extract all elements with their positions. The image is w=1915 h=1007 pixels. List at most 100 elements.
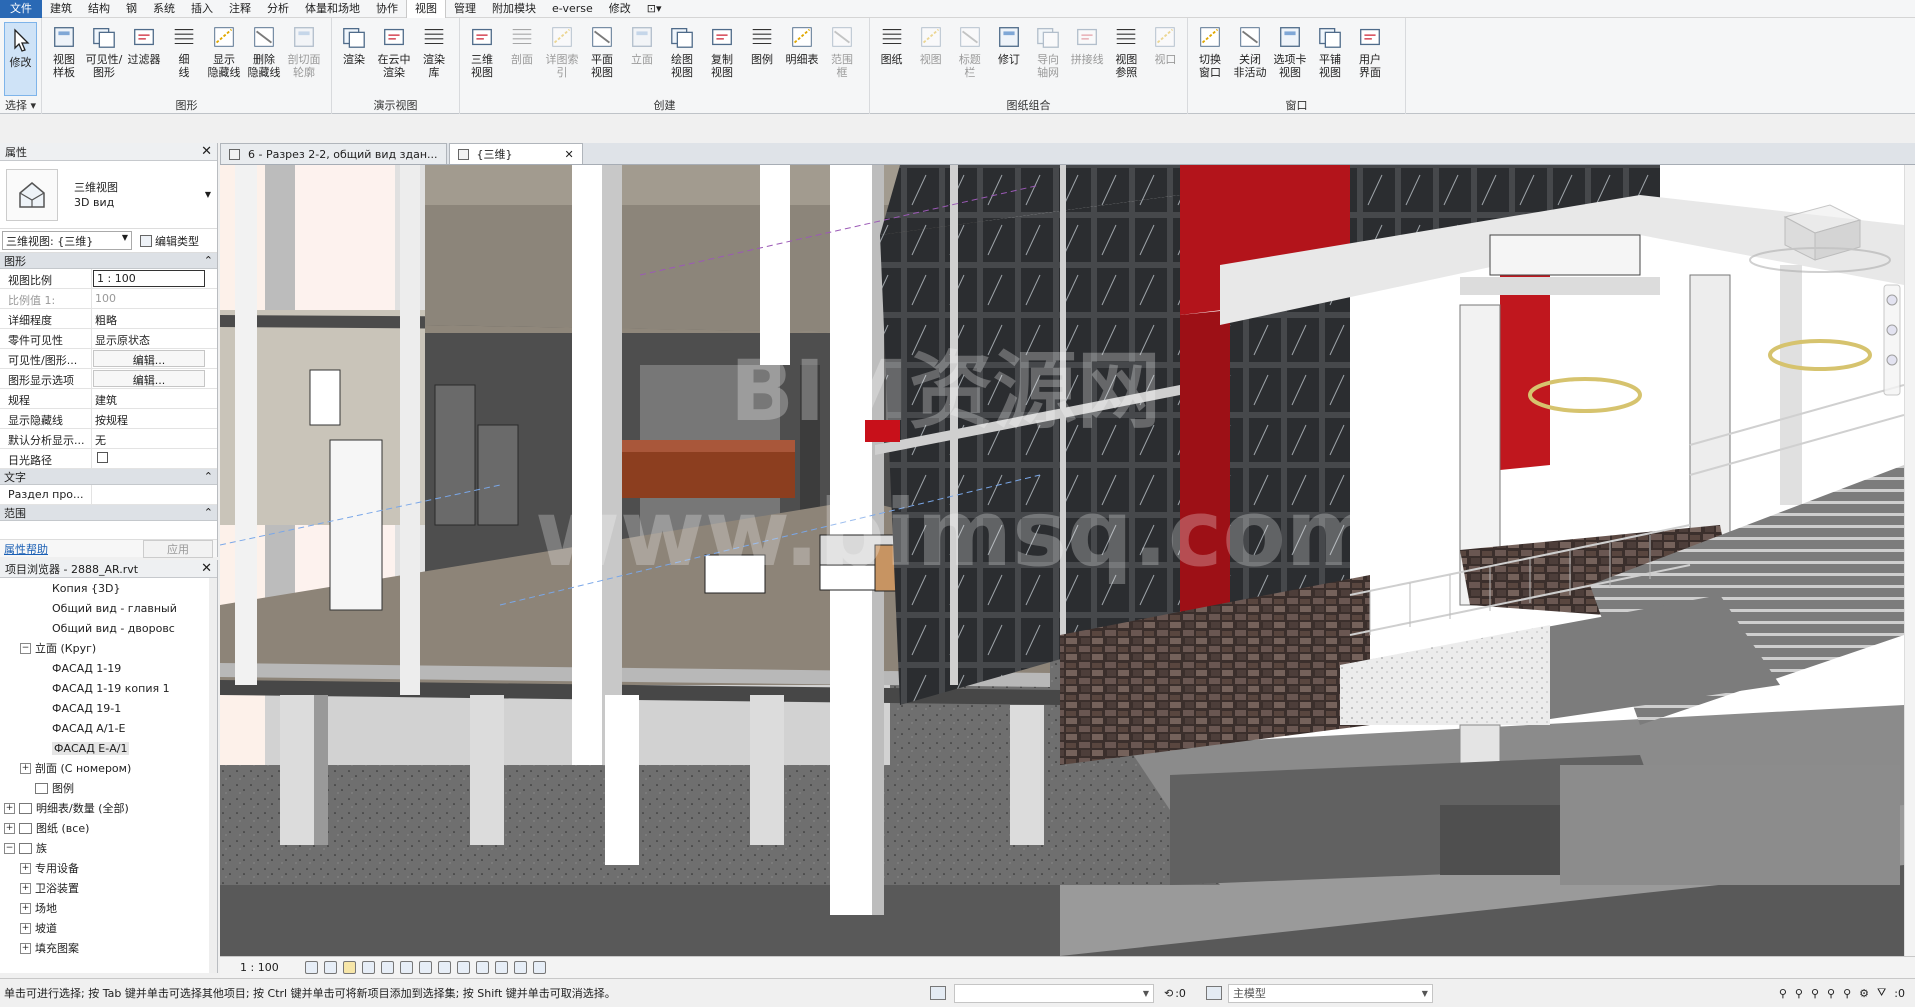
temporary-hide-icon[interactable] xyxy=(456,961,470,974)
create-tool[interactable]: 平面 视图 xyxy=(582,20,622,98)
tab-file[interactable]: 文件 xyxy=(0,0,42,18)
windows-tool[interactable]: 平铺 视图 xyxy=(1310,20,1350,98)
select-underlay-icon[interactable]: ⚲ xyxy=(1795,987,1803,1000)
visual-style-icon[interactable] xyxy=(323,961,337,974)
select-pinned-icon[interactable]: ⚲ xyxy=(1811,987,1819,1000)
property-value[interactable]: 无 xyxy=(92,429,217,448)
browser-item[interactable]: Общий вид - дворовс xyxy=(0,618,217,638)
ribbon-tab[interactable]: 视图 xyxy=(406,0,446,18)
expand-icon[interactable]: + xyxy=(4,802,15,814)
property-row[interactable]: Раздел про... xyxy=(0,485,217,505)
edit-type-button[interactable]: 编辑类型 xyxy=(140,233,199,249)
windows-tool[interactable]: 用户 界面 xyxy=(1350,20,1390,98)
create-tool[interactable]: 立面 xyxy=(622,20,662,98)
background-process-icon[interactable]: ⚙ xyxy=(1859,987,1869,1000)
reveal-hidden-icon[interactable] xyxy=(475,961,489,974)
collapse-icon[interactable]: − xyxy=(4,842,15,854)
ribbon-tab[interactable]: 建筑 xyxy=(42,0,80,18)
collapse-icon[interactable]: − xyxy=(20,642,31,654)
browser-item[interactable]: + 剖面 (С номером) xyxy=(0,758,217,778)
property-value[interactable]: 按规程 xyxy=(92,409,217,428)
graphics-tool[interactable]: 视图 样板 xyxy=(44,20,84,98)
close-icon[interactable]: ✕ xyxy=(201,561,212,576)
browser-item[interactable]: ФАСАД 1-19 копия 1 xyxy=(0,678,217,698)
sheet-tool[interactable]: 视口 xyxy=(1146,20,1185,98)
expand-icon[interactable]: + xyxy=(20,862,31,874)
modify-button[interactable]: 修改 xyxy=(4,22,37,96)
ribbon-tab[interactable]: 协作 xyxy=(368,0,406,18)
windows-tool[interactable]: 选项卡 视图 xyxy=(1270,20,1310,98)
sun-path-checkbox[interactable] xyxy=(97,452,108,463)
property-value[interactable]: 1 : 100 xyxy=(93,270,205,287)
presentation-tool[interactable]: 渲染 库 xyxy=(414,20,454,98)
ribbon-tab[interactable]: 系统 xyxy=(145,0,183,18)
category-text[interactable]: 文字 ⌃ xyxy=(0,469,217,485)
sun-path-icon[interactable] xyxy=(342,961,356,974)
expand-icon[interactable]: + xyxy=(20,922,31,934)
property-value[interactable] xyxy=(92,485,217,504)
shadows-icon[interactable] xyxy=(361,961,375,974)
browser-item[interactable]: ФАСАД Е-А/1 xyxy=(0,738,217,758)
property-row[interactable]: 日光路径 xyxy=(0,449,217,469)
create-tool[interactable]: 明细表 xyxy=(782,20,822,98)
apply-button[interactable]: 应用 xyxy=(143,539,213,558)
sheet-tool[interactable]: 图纸 xyxy=(872,20,911,98)
property-row[interactable]: 默认分析显示... 无 xyxy=(0,429,217,449)
property-row[interactable]: 规程 建筑 xyxy=(0,389,217,409)
lock-view-icon[interactable] xyxy=(437,961,451,974)
properties-help-link[interactable]: 属性帮助 xyxy=(4,541,48,557)
detail-level-icon[interactable] xyxy=(304,961,318,974)
type-selector[interactable]: 三维视图 3D вид ▼ xyxy=(0,161,217,229)
highlight-displacement-icon[interactable] xyxy=(532,961,546,974)
drag-elements-icon[interactable]: ⚲ xyxy=(1843,987,1851,1000)
create-tool[interactable]: 图例 xyxy=(742,20,782,98)
expand-icon[interactable]: + xyxy=(20,902,31,914)
create-tool[interactable]: 范围 框 xyxy=(822,20,862,98)
windows-tool[interactable]: 关闭 非活动 xyxy=(1230,20,1270,98)
category-graphics[interactable]: 图形 ⌃ xyxy=(0,253,217,269)
ribbon-tab[interactable]: 插入 xyxy=(183,0,221,18)
property-row[interactable]: 比例值 1: 100 xyxy=(0,289,217,309)
browser-item[interactable]: 图例 xyxy=(0,778,217,798)
expand-icon[interactable]: + xyxy=(20,762,31,774)
ribbon-tab[interactable]: 钢 xyxy=(118,0,145,18)
property-row[interactable]: 可见性/图形... 编辑... xyxy=(0,349,217,369)
ribbon-tab[interactable]: 附加模块 xyxy=(484,0,544,18)
windows-tool[interactable]: 切换 窗口 xyxy=(1190,20,1230,98)
view-tab[interactable]: 6 - Разрез 2-2, общий вид здан... xyxy=(220,143,447,164)
expand-icon[interactable]: + xyxy=(4,822,15,834)
sheet-tool[interactable]: 标题 栏 xyxy=(950,20,989,98)
create-tool[interactable]: 剖面 xyxy=(502,20,542,98)
browser-item[interactable]: Копия {3D} xyxy=(0,578,217,598)
property-row[interactable]: 视图比例 1 : 100 xyxy=(0,269,217,289)
select-group-label[interactable]: 选择 ▾ xyxy=(0,97,41,113)
browser-item[interactable]: + 明细表/数量 (全部) xyxy=(0,798,217,818)
ribbon-tab[interactable]: 修改 xyxy=(601,0,639,18)
expand-icon[interactable]: + xyxy=(20,942,31,954)
create-tool[interactable]: 三维 视图 xyxy=(462,20,502,98)
browser-item[interactable]: + 图纸 (все) xyxy=(0,818,217,838)
render-icon[interactable] xyxy=(380,961,394,974)
presentation-tool[interactable]: 渲染 xyxy=(334,20,374,98)
edit-button[interactable]: 编辑... xyxy=(93,350,205,367)
presentation-tool[interactable]: 在云中 渲染 xyxy=(374,20,414,98)
browser-scrollbar[interactable] xyxy=(209,578,217,973)
graphics-tool[interactable]: 细 线 xyxy=(164,20,204,98)
ribbon-tab[interactable]: ⊡▾ xyxy=(639,0,670,18)
create-tool[interactable]: 复制 视图 xyxy=(702,20,742,98)
browser-item[interactable]: + 卫浴装置 xyxy=(0,878,217,898)
graphics-tool[interactable]: 剖切面 轮廓 xyxy=(284,20,324,98)
create-tool[interactable]: 绘图 视图 xyxy=(662,20,702,98)
sheet-tool[interactable]: 视图 xyxy=(911,20,950,98)
property-row[interactable]: 零件可见性 显示原状态 xyxy=(0,329,217,349)
expand-icon[interactable]: + xyxy=(20,882,31,894)
browser-item[interactable]: − 立面 (Круг) xyxy=(0,638,217,658)
edit-button[interactable]: 编辑... xyxy=(93,370,205,387)
property-value[interactable]: 粗略 xyxy=(92,309,217,328)
view-scale[interactable]: 1 : 100 xyxy=(240,961,279,974)
ribbon-tab[interactable]: e-verse xyxy=(544,0,601,18)
sheet-tool[interactable]: 导向 轴网 xyxy=(1029,20,1068,98)
browser-item[interactable]: + 坡道 xyxy=(0,918,217,938)
ribbon-tab[interactable]: 注释 xyxy=(221,0,259,18)
editable-only-icon[interactable]: ⟲ xyxy=(1164,987,1173,1000)
